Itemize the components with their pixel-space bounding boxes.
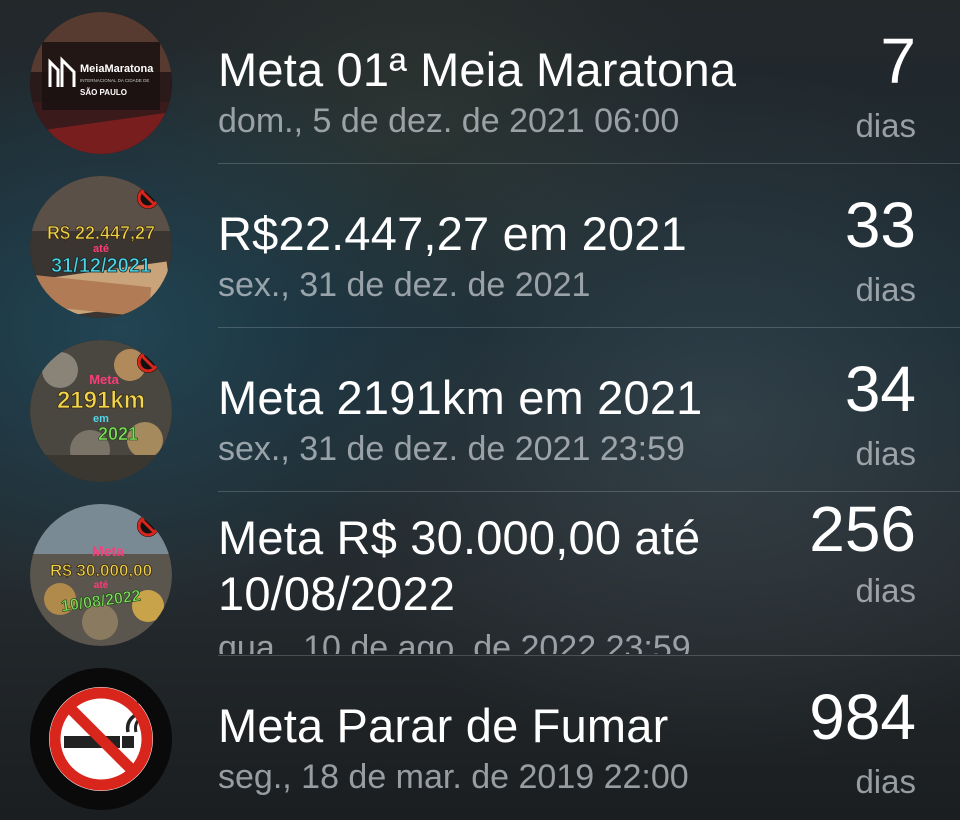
countdown-title: R$22.447,27 em 2021 [218,207,687,260]
countdown-row-dinheiro-2021[interactable]: R$ 22.447,27 até 31/12/2021 R$22.447,27 … [0,164,960,328]
countdown-title: Meta 2191km em 2021 [218,371,703,424]
money-goal-image-icon: Meta R$ 30.000,00 até 10/08/2022 [30,504,172,646]
countdown-days-unit: dias [855,763,916,800]
countdown-days: 7 [880,25,916,97]
countdown-days: 984 [809,681,916,753]
countdown-days: 34 [844,353,916,425]
countdown-days-unit: dias [855,271,916,308]
countdown-title: Meta Parar de Fumar [218,699,669,752]
countdown-date: seg., 18 de mar. de 2019 22:00 [218,758,689,796]
countdown-row-30000[interactable]: Meta R$ 30.000,00 até 10/08/2022 Meta R$… [0,492,960,656]
countdown-row-2191km[interactable]: Meta 2191km em 2021 Meta 2191km em 2021 … [0,328,960,492]
countdown-row-parar-de-fumar[interactable]: Meta Parar de Fumar seg., 18 de mar. de … [0,656,960,820]
countdown-row-meia-maratona[interactable]: MeiaMaratona INTERNACIONAL DA CIDADE DE … [0,0,960,164]
thumb-text: até [94,580,109,591]
countdown-date: dom., 5 de dez. de 2021 06:00 [218,102,680,140]
countdown-date: sex., 31 de dez. de 2021 23:59 [218,430,685,468]
no-smoking-icon [30,668,172,810]
thumb-text: 2191km [57,387,145,414]
thumb-text: 31/12/2021 [51,255,151,277]
thumb-text: R$ 30.000,00 [50,561,152,580]
countdown-list: MeiaMaratona INTERNACIONAL DA CIDADE DE … [0,0,960,820]
thumb-text: Meta [89,372,119,387]
money-goal-image-icon: R$ 22.447,27 até 31/12/2021 [30,176,172,318]
countdown-days-unit: dias [855,435,916,472]
countdown-days: 33 [844,189,916,261]
countdown-days: 256 [809,493,916,565]
countdown-title: Meta 01ª Meia Maratona [218,43,737,96]
thumb-text: até [93,243,109,255]
thumb-text: R$ 22.447,27 [47,223,155,243]
thumb-text: Meta [92,543,124,559]
countdown-days-unit: dias [855,107,916,144]
thumb-text: MeiaMaratona [80,63,154,75]
meia-maratona-logo-icon: MeiaMaratona INTERNACIONAL DA CIDADE DE … [30,12,172,154]
countdown-date: sex., 31 de dez. de 2021 [218,266,591,304]
thumb-text: INTERNACIONAL DA CIDADE DE [80,78,149,83]
countdown-date: qua., 10 de ago. de 2022 23:59 [218,629,691,654]
thumb-text: SÃO PAULO [80,88,127,97]
countdown-title: Meta R$ 30.000,00 até 10/08/2022 [218,511,701,620]
thumb-text: 2021 [98,424,138,444]
running-goal-image-icon: Meta 2191km em 2021 [30,340,172,482]
countdown-days-unit: dias [855,572,916,609]
